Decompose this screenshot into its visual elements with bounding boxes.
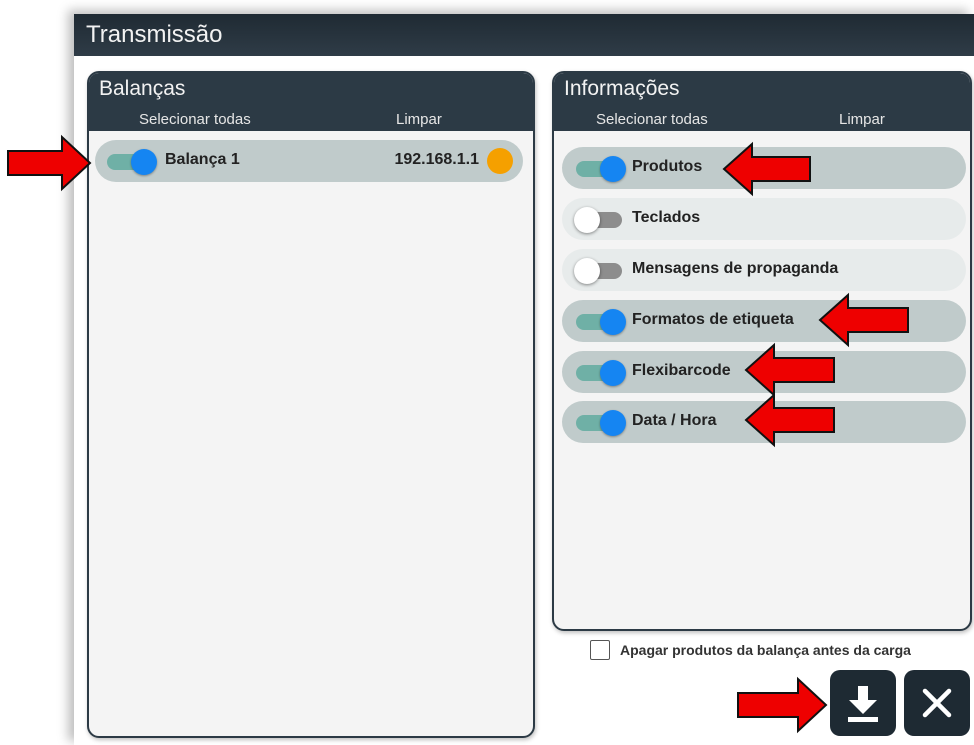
scale-ip: 192.168.1.1 xyxy=(394,151,479,168)
produtos-toggle[interactable] xyxy=(574,156,626,182)
mensagens-toggle[interactable] xyxy=(574,258,626,284)
annotation-arrow-left xyxy=(722,141,811,197)
delete-products-label: Apagar produtos da balança antes da carg… xyxy=(620,642,911,658)
teclados-toggle[interactable] xyxy=(574,207,626,233)
balancas-title: Balanças xyxy=(99,77,186,100)
toggle-knob xyxy=(600,360,626,386)
scale-toggle[interactable] xyxy=(105,149,157,175)
scale-row[interactable]: Balança 1 192.168.1.1 xyxy=(95,140,523,182)
close-button[interactable] xyxy=(904,670,970,736)
balancas-panel: Balanças Selecionar todas Limpar Balança… xyxy=(87,71,535,738)
informacoes-clear-button[interactable]: Limpar xyxy=(839,111,885,128)
toggle-knob xyxy=(600,156,626,182)
info-label: Formatos de etiqueta xyxy=(632,311,794,328)
formatos-toggle[interactable] xyxy=(574,309,626,335)
flexibarcode-toggle[interactable] xyxy=(574,360,626,386)
info-row-mensagens[interactable]: Mensagens de propaganda xyxy=(562,249,966,291)
scale-status-indicator xyxy=(487,148,513,174)
informacoes-title: Informações xyxy=(564,77,680,100)
close-icon xyxy=(922,688,952,718)
data-hora-toggle[interactable] xyxy=(574,410,626,436)
annotation-arrow-right xyxy=(737,676,828,734)
toggle-knob xyxy=(600,410,626,436)
balancas-clear-button[interactable]: Limpar xyxy=(396,111,442,128)
info-label: Flexibarcode xyxy=(632,362,731,379)
info-row-teclados[interactable]: Teclados xyxy=(562,198,966,240)
balancas-header: Balanças Selecionar todas Limpar xyxy=(89,73,533,131)
toggle-knob xyxy=(574,207,600,233)
balancas-select-all-button[interactable]: Selecionar todas xyxy=(139,111,251,128)
toggle-knob xyxy=(131,149,157,175)
toggle-knob xyxy=(600,309,626,335)
scale-name: Balança 1 xyxy=(165,151,240,168)
informacoes-header: Informações Selecionar todas Limpar xyxy=(554,73,970,131)
info-label: Mensagens de propaganda xyxy=(632,260,839,277)
download-button[interactable] xyxy=(830,670,896,736)
window-title: Transmissão xyxy=(86,21,223,48)
info-label: Produtos xyxy=(632,158,703,175)
info-label: Teclados xyxy=(632,209,701,226)
title-bar: Transmissão xyxy=(74,14,974,56)
info-label: Data / Hora xyxy=(632,412,717,429)
download-icon xyxy=(848,686,878,722)
annotation-arrow-right xyxy=(7,134,92,192)
delete-products-checkbox[interactable] xyxy=(590,640,610,660)
informacoes-select-all-button[interactable]: Selecionar todas xyxy=(596,111,708,128)
annotation-arrow-left xyxy=(744,342,835,398)
annotation-arrow-left xyxy=(744,392,835,448)
annotation-arrow-left xyxy=(818,292,909,348)
toggle-knob xyxy=(574,258,600,284)
